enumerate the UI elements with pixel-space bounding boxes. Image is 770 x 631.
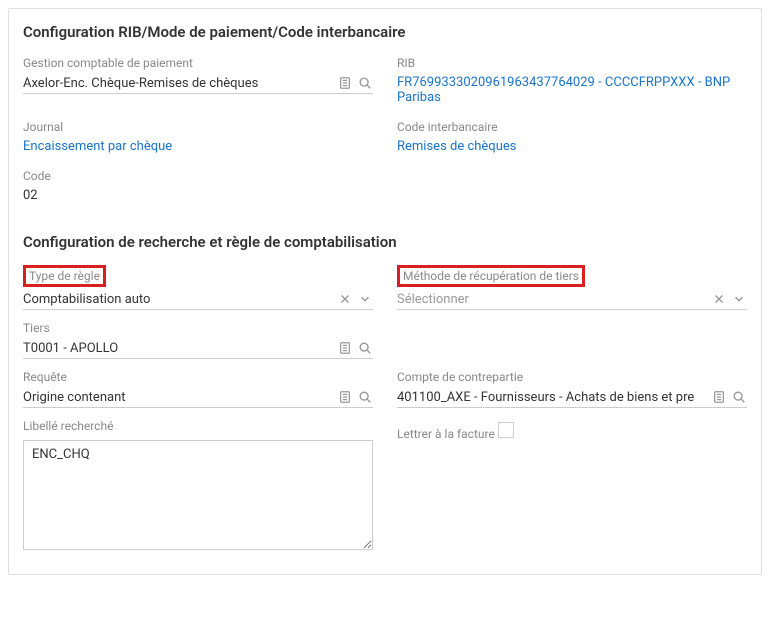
tiers-value: T0001 - APOLLO xyxy=(23,341,333,356)
section1-title: Configuration RIB/Mode de paiement/Code … xyxy=(23,23,747,41)
section2-title: Configuration de recherche et règle de c… xyxy=(23,233,747,251)
tiers-label: Tiers xyxy=(23,320,50,336)
rib-link[interactable]: FR7699333020961963437764029 - CCCCFRPPXX… xyxy=(397,73,747,109)
row-journal-codeib: Journal Encaissement par chèque Code int… xyxy=(23,119,747,158)
document-icon[interactable] xyxy=(337,389,353,405)
compte-label: Compte de contrepartie xyxy=(397,369,523,385)
chevron-down-icon[interactable] xyxy=(357,291,373,307)
document-icon[interactable] xyxy=(711,389,727,405)
lettrer-label: Lettrer à la facture xyxy=(397,426,495,442)
code-value: 02 xyxy=(23,186,373,207)
row-code: Code 02 xyxy=(23,168,747,207)
row-gestion-rib: Gestion comptable de paiement Axelor-Enc… xyxy=(23,55,747,109)
code-interbancaire-label: Code interbancaire xyxy=(397,119,498,135)
journal-label: Journal xyxy=(23,119,63,135)
search-icon[interactable] xyxy=(357,340,373,356)
row-tiers: Tiers T0001 - APOLLO xyxy=(23,320,747,359)
methode-value: Sélectionner xyxy=(397,292,707,307)
type-regle-dropdown[interactable]: Comptabilisation auto xyxy=(23,289,373,310)
type-regle-value: Comptabilisation auto xyxy=(23,292,333,307)
gestion-value: Axelor-Enc. Chèque-Remises de chèques xyxy=(23,76,333,91)
document-icon[interactable] xyxy=(337,340,353,356)
search-icon[interactable] xyxy=(731,389,747,405)
gestion-input[interactable]: Axelor-Enc. Chèque-Remises de chèques xyxy=(23,73,373,94)
compte-input[interactable]: 401100_AXE - Fournisseurs - Achats de bi… xyxy=(397,387,747,408)
journal-link[interactable]: Encaissement par chèque xyxy=(23,137,373,158)
compte-value: 401100_AXE - Fournisseurs - Achats de bi… xyxy=(397,390,707,405)
requete-value: Origine contenant xyxy=(23,390,333,405)
rib-label: RIB xyxy=(397,55,415,71)
code-label: Code xyxy=(23,168,51,184)
tiers-input[interactable]: T0001 - APOLLO xyxy=(23,338,373,359)
clear-icon[interactable] xyxy=(711,291,727,307)
gestion-label: Gestion comptable de paiement xyxy=(23,55,193,71)
methode-dropdown[interactable]: Sélectionner xyxy=(397,289,747,310)
chevron-down-icon[interactable] xyxy=(731,291,747,307)
search-icon[interactable] xyxy=(357,75,373,91)
libelle-value: ENC_CHQ xyxy=(32,447,90,462)
clear-icon[interactable] xyxy=(337,291,353,307)
code-interbancaire-link[interactable]: Remises de chèques xyxy=(397,137,747,158)
row-requete-compte: Requête Origine contenant Compte de cont… xyxy=(23,369,747,408)
libelle-textarea[interactable]: ENC_CHQ xyxy=(23,440,373,550)
row-libelle-lettrer: Libellé recherché ENC_CHQ Lettrer à la f… xyxy=(23,418,747,550)
lettrer-checkbox[interactable] xyxy=(498,422,514,438)
config-panel: Configuration RIB/Mode de paiement/Code … xyxy=(8,8,762,575)
methode-label: Méthode de récupération de tiers xyxy=(397,265,585,287)
type-regle-label: Type de règle xyxy=(23,265,106,287)
libelle-label: Libellé recherché xyxy=(23,418,113,434)
search-icon[interactable] xyxy=(357,389,373,405)
document-icon[interactable] xyxy=(337,75,353,91)
requete-input[interactable]: Origine contenant xyxy=(23,387,373,408)
requete-label: Requête xyxy=(23,369,67,385)
row-typeregle-methode: Type de règle Comptabilisation auto Méth… xyxy=(23,265,747,310)
